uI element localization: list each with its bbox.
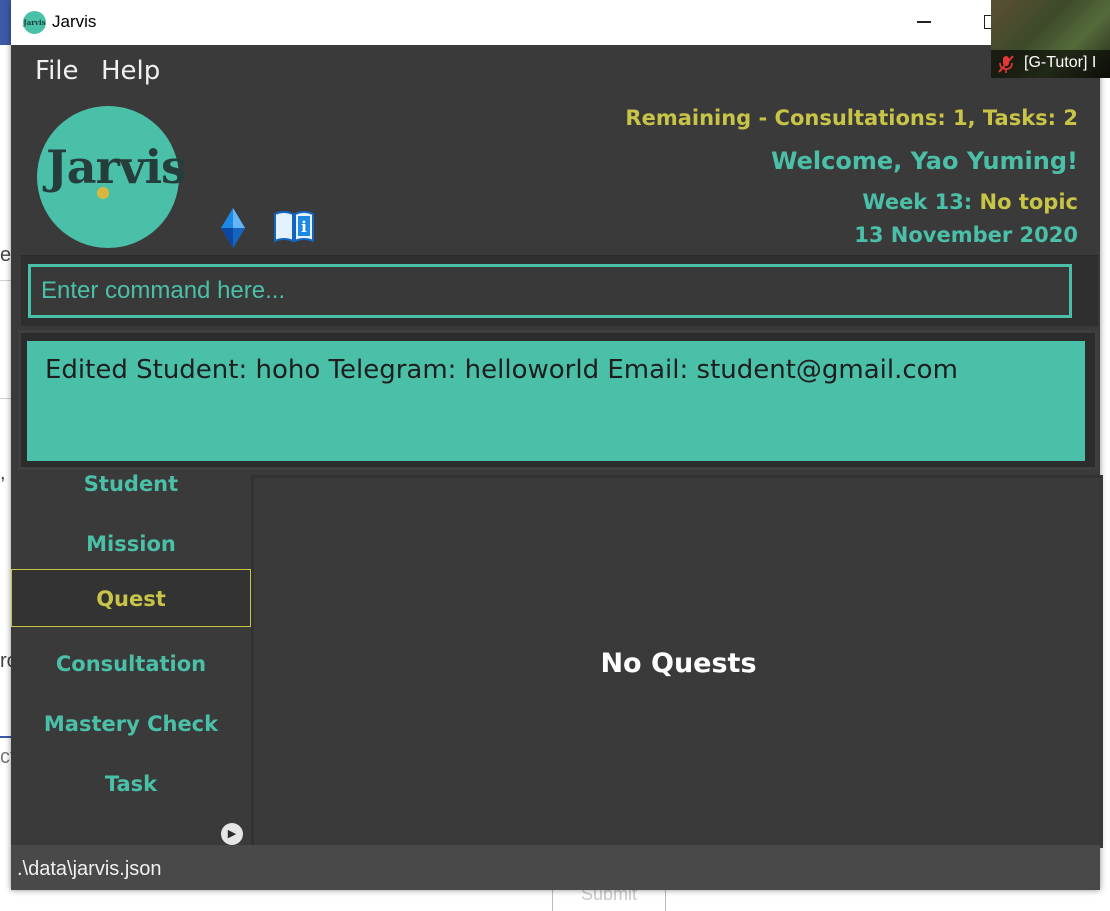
result-panel: Edited Student: hoho Telegram: helloworl…	[18, 330, 1098, 470]
jarvis-window: Jarvis Jarvis File Help Jarvis i Remaini…	[11, 0, 1103, 890]
remaining-summary: Remaining - Consultations: 1, Tasks: 2	[625, 106, 1078, 130]
result-message: Edited Student: hoho Telegram: helloworl…	[27, 341, 1085, 461]
empty-list-message: No Quests	[600, 648, 757, 679]
tab-mastery-check[interactable]: Mastery Check	[11, 695, 251, 753]
mic-muted-icon	[998, 55, 1014, 73]
background-divider	[0, 280, 11, 281]
background-divider	[0, 398, 11, 399]
expand-arrow-icon[interactable]: ▶	[221, 823, 243, 845]
status-bar: .\data\jarvis.json	[11, 845, 1100, 890]
book-info-icon[interactable]: i	[273, 210, 315, 244]
menu-help[interactable]: Help	[101, 56, 160, 86]
logo-dot	[97, 187, 109, 199]
week-label: Week 13:	[862, 190, 973, 214]
command-panel	[21, 255, 1098, 326]
tab-student[interactable]: Student	[11, 455, 251, 513]
quest-list-panel: No Quests	[251, 475, 1103, 848]
tab-mission[interactable]: Mission	[11, 515, 251, 573]
current-date: 13 November 2020	[854, 223, 1078, 247]
command-input[interactable]	[28, 264, 1072, 318]
title-bar: Jarvis Jarvis	[11, 0, 1100, 45]
video-call-overlay[interactable]: [G-Tutor] I	[991, 0, 1110, 78]
jarvis-logo: Jarvis	[37, 106, 187, 248]
tab-quest[interactable]: Quest	[11, 569, 251, 627]
tab-consultation[interactable]: Consultation	[11, 635, 251, 693]
window-title: Jarvis	[52, 12, 97, 31]
minimize-button[interactable]	[917, 21, 931, 23]
crystal-icon[interactable]	[221, 208, 245, 248]
data-file-path: .\data\jarvis.json	[17, 858, 162, 880]
menu-bar: File Help	[11, 45, 311, 100]
tab-sidebar: Student Mission Quest Consultation Maste…	[11, 472, 251, 845]
week-info: Week 13: No topic	[862, 190, 1078, 214]
welcome-message: Welcome, Yao Yuming!	[771, 147, 1078, 175]
week-topic: No topic	[979, 190, 1078, 214]
logo-text: Jarvis	[46, 140, 187, 194]
app-icon: Jarvis	[23, 11, 46, 34]
menu-file[interactable]: File	[35, 56, 79, 86]
participant-name: [G-Tutor] I	[1024, 54, 1097, 71]
svg-text:i: i	[301, 218, 307, 236]
background-divider	[0, 736, 11, 738]
background-text-fragment: ,	[0, 462, 6, 484]
video-caption: [G-Tutor] I	[991, 50, 1110, 78]
tab-task[interactable]: Task	[11, 755, 251, 813]
